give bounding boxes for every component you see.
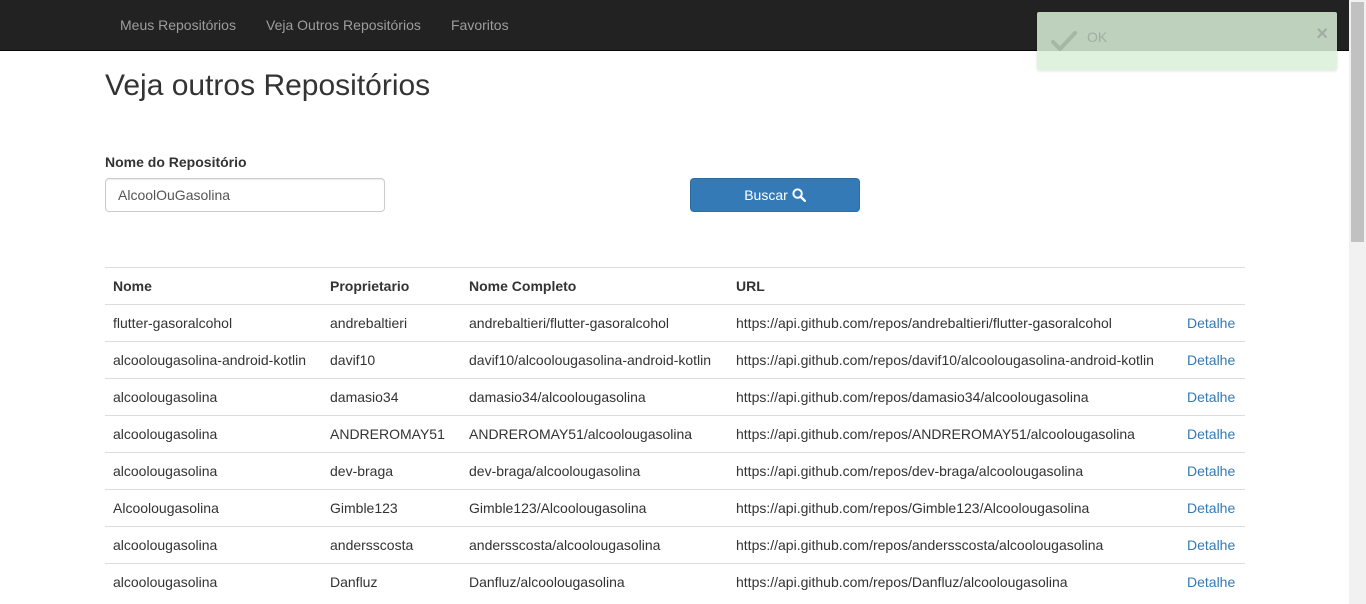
cell-action: Detalhe bbox=[1179, 526, 1245, 564]
search-button-label: Buscar bbox=[744, 187, 788, 203]
cell-nome: flutter-gasoralcohol bbox=[105, 304, 322, 342]
cell-action: Detalhe bbox=[1179, 563, 1245, 600]
cell-url: https://api.github.com/repos/Danfluz/alc… bbox=[728, 563, 1179, 600]
cell-proprietario: andrebaltieri bbox=[322, 304, 461, 342]
table-header-row: Nome Proprietario Nome Completo URL bbox=[105, 267, 1245, 305]
detalhe-link[interactable]: Detalhe bbox=[1187, 426, 1235, 442]
column-header-nome-completo: Nome Completo bbox=[461, 267, 728, 305]
repository-name-label: Nome do Repositório bbox=[105, 154, 247, 170]
cell-nome-completo: dev-braga/alcoolougasolina bbox=[461, 452, 728, 490]
cell-nome: Alcoolougasolina bbox=[105, 489, 322, 527]
repositories-table: Nome Proprietario Nome Completo URL flut… bbox=[105, 267, 1245, 600]
detalhe-link[interactable]: Detalhe bbox=[1187, 352, 1235, 368]
cell-action: Detalhe bbox=[1179, 489, 1245, 527]
cell-nome: alcoolougasolina bbox=[105, 563, 322, 600]
cell-proprietario: dev-braga bbox=[322, 452, 461, 490]
page-title: Veja outros Repositórios bbox=[105, 69, 431, 102]
cell-nome-completo: andrebaltieri/flutter-gasoralcohol bbox=[461, 304, 728, 342]
cell-proprietario: Danfluz bbox=[322, 563, 461, 600]
toast-message: OK bbox=[1087, 29, 1108, 45]
detalhe-link[interactable]: Detalhe bbox=[1187, 500, 1235, 516]
cell-nome: alcoolougasolina bbox=[105, 452, 322, 490]
column-header-url: URL bbox=[728, 267, 1179, 305]
cell-url: https://api.github.com/repos/andrebaltie… bbox=[728, 304, 1179, 342]
nav-item-favoritos[interactable]: Favoritos bbox=[451, 0, 509, 50]
cell-action: Detalhe bbox=[1179, 452, 1245, 490]
table-row: alcoolougasolina andersscosta andersscos… bbox=[105, 526, 1245, 564]
cell-nome: alcoolougasolina bbox=[105, 378, 322, 416]
cell-url: https://api.github.com/repos/andersscost… bbox=[728, 526, 1179, 564]
table-row: alcoolougasolina dev-braga dev-braga/alc… bbox=[105, 452, 1245, 490]
cell-proprietario: ANDREROMAY51 bbox=[322, 415, 461, 453]
detalhe-link[interactable]: Detalhe bbox=[1187, 463, 1235, 479]
search-button[interactable]: Buscar bbox=[690, 178, 860, 212]
scrollbar-thumb[interactable] bbox=[1351, 2, 1364, 242]
nav-item-veja-outros-repositorios[interactable]: Veja Outros Repositórios bbox=[266, 0, 421, 50]
table-row: alcoolougasolina ANDREROMAY51 ANDREROMAY… bbox=[105, 415, 1245, 453]
cell-url: https://api.github.com/repos/dev-braga/a… bbox=[728, 452, 1179, 490]
nav-item-meus-repositorios[interactable]: Meus Repositórios bbox=[120, 0, 236, 50]
column-header-proprietario: Proprietario bbox=[322, 267, 461, 305]
cell-proprietario: Gimble123 bbox=[322, 489, 461, 527]
table-row: alcoolougasolina damasio34 damasio34/alc… bbox=[105, 378, 1245, 416]
cell-action: Detalhe bbox=[1179, 341, 1245, 379]
detalhe-link[interactable]: Detalhe bbox=[1187, 315, 1235, 331]
cell-url: https://api.github.com/repos/Gimble123/A… bbox=[728, 489, 1179, 527]
cell-url: https://api.github.com/repos/ANDREROMAY5… bbox=[728, 415, 1179, 453]
search-icon bbox=[792, 188, 806, 202]
cell-url: https://api.github.com/repos/damasio34/a… bbox=[728, 378, 1179, 416]
cell-nome-completo: davif10/alcoolougasolina-android-kotlin bbox=[461, 341, 728, 379]
cell-action: Detalhe bbox=[1179, 378, 1245, 416]
cell-proprietario: andersscosta bbox=[322, 526, 461, 564]
cell-nome: alcoolougasolina-android-kotlin bbox=[105, 341, 322, 379]
cell-nome-completo: ANDREROMAY51/alcoolougasolina bbox=[461, 415, 728, 453]
repository-name-input[interactable] bbox=[105, 178, 385, 212]
detalhe-link[interactable]: Detalhe bbox=[1187, 537, 1235, 553]
column-header-actions bbox=[1179, 267, 1245, 305]
table-row: Alcoolougasolina Gimble123 Gimble123/Alc… bbox=[105, 489, 1245, 527]
table-row: alcoolougasolina-android-kotlin davif10 … bbox=[105, 341, 1245, 379]
close-icon[interactable]: × bbox=[1316, 24, 1328, 44]
detalhe-link[interactable]: Detalhe bbox=[1187, 574, 1235, 590]
cell-url: https://api.github.com/repos/davif10/alc… bbox=[728, 341, 1179, 379]
cell-proprietario: damasio34 bbox=[322, 378, 461, 416]
cell-action: Detalhe bbox=[1179, 304, 1245, 342]
cell-nome: alcoolougasolina bbox=[105, 415, 322, 453]
detalhe-link[interactable]: Detalhe bbox=[1187, 389, 1235, 405]
cell-nome-completo: damasio34/alcoolougasolina bbox=[461, 378, 728, 416]
table-row: flutter-gasoralcohol andrebaltieri andre… bbox=[105, 304, 1245, 342]
column-header-nome: Nome bbox=[105, 267, 322, 305]
cell-nome-completo: Danfluz/alcoolougasolina bbox=[461, 563, 728, 600]
checkmark-icon bbox=[1051, 30, 1077, 57]
table-row: alcoolougasolina Danfluz Danfluz/alcoolo… bbox=[105, 563, 1245, 600]
cell-proprietario: davif10 bbox=[322, 341, 461, 379]
cell-nome-completo: Gimble123/Alcoolougasolina bbox=[461, 489, 728, 527]
cell-action: Detalhe bbox=[1179, 415, 1245, 453]
vertical-scrollbar[interactable] bbox=[1349, 0, 1366, 604]
success-toast: OK × bbox=[1037, 12, 1337, 70]
cell-nome: alcoolougasolina bbox=[105, 526, 322, 564]
cell-nome-completo: andersscosta/alcoolougasolina bbox=[461, 526, 728, 564]
